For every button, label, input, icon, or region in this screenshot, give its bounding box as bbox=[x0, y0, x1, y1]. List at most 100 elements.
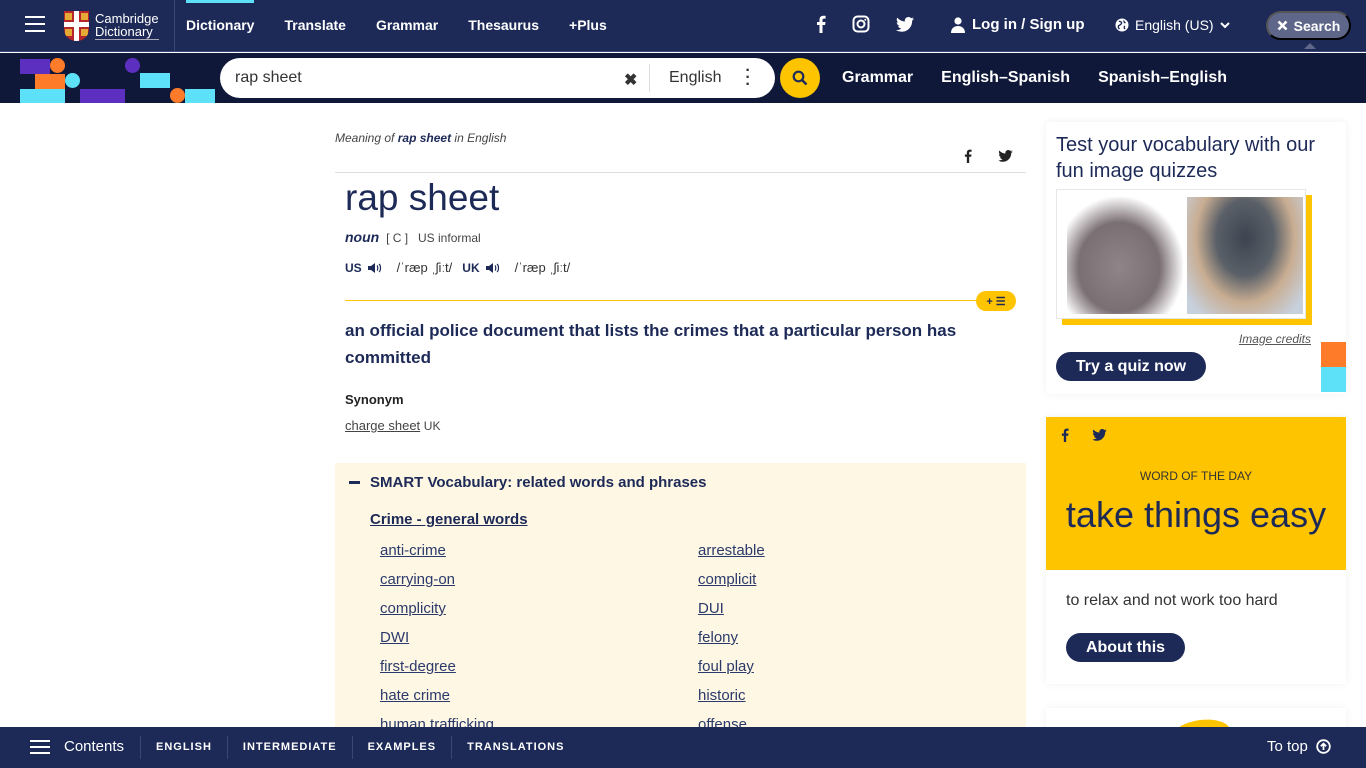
about-this-button[interactable]: About this bbox=[1066, 633, 1185, 662]
tab-examples[interactable]: EXAMPLES bbox=[351, 736, 452, 759]
instagram-icon[interactable] bbox=[852, 15, 870, 33]
related-word[interactable]: DUI bbox=[698, 599, 1016, 618]
region-uk: UK bbox=[462, 260, 480, 275]
chevron-down-icon bbox=[1219, 21, 1230, 28]
meaning-caption: Meaning of rap sheet in English bbox=[335, 131, 506, 145]
divider bbox=[174, 0, 175, 52]
related-word[interactable]: complicit bbox=[698, 570, 1016, 589]
top-header: Cambridge Dictionary Dictionary Translat… bbox=[0, 0, 1366, 52]
hippo-image bbox=[1067, 197, 1183, 314]
ipa-us: /ˈræp ˌʃiːt/ bbox=[396, 260, 453, 275]
subnav-grammar[interactable]: Grammar bbox=[842, 69, 913, 87]
facebook-icon[interactable] bbox=[1061, 428, 1069, 442]
related-word[interactable]: hate crime bbox=[380, 686, 698, 705]
crest-icon bbox=[64, 11, 89, 41]
search-toggle-button[interactable]: Search bbox=[1266, 11, 1351, 49]
synonym-region: UK bbox=[423, 419, 441, 433]
cambridge-logo[interactable]: Cambridge Dictionary bbox=[64, 10, 159, 42]
logo-line2: Dictionary bbox=[95, 25, 159, 40]
topic-link[interactable]: Crime - general words bbox=[370, 511, 528, 528]
headword: rap sheet bbox=[345, 177, 500, 218]
audio-uk-icon[interactable] bbox=[485, 262, 501, 274]
twitter-icon[interactable] bbox=[896, 15, 914, 33]
wotd-share-links bbox=[1061, 428, 1107, 442]
image-credits-link[interactable]: Image credits bbox=[1239, 332, 1311, 346]
related-word[interactable]: complicity bbox=[380, 599, 698, 618]
facebook-icon[interactable] bbox=[964, 149, 972, 163]
twitter-icon[interactable] bbox=[998, 149, 1013, 163]
twitter-icon[interactable] bbox=[1092, 428, 1107, 442]
bottom-bar: Contents ENGLISH INTERMEDIATE EXAMPLES T… bbox=[0, 727, 1366, 768]
quiz-title: Test your vocabulary with our fun image … bbox=[1056, 134, 1316, 182]
share-links bbox=[964, 149, 1013, 163]
subnav-english-spanish[interactable]: English–Spanish bbox=[941, 69, 1070, 87]
search-input[interactable] bbox=[235, 58, 615, 98]
related-word[interactable]: arrestable bbox=[698, 541, 1016, 560]
decorative-square bbox=[1321, 367, 1346, 392]
more-options-icon[interactable]: · · · bbox=[745, 63, 751, 93]
section-tabs: ENGLISH INTERMEDIATE EXAMPLES TRANSLATIO… bbox=[140, 736, 579, 759]
search-button[interactable] bbox=[780, 58, 820, 98]
quiz-card: Test your vocabulary with our fun image … bbox=[1046, 122, 1346, 394]
nav-thesaurus[interactable]: Thesaurus bbox=[468, 0, 539, 52]
clear-search-icon[interactable]: ✖ bbox=[624, 70, 637, 90]
dictionary-selector[interactable]: English bbox=[669, 69, 721, 87]
tab-english[interactable]: ENGLISH bbox=[140, 736, 227, 759]
login-label: Log in / Sign up bbox=[972, 16, 1085, 33]
audio-us-icon[interactable] bbox=[367, 262, 383, 274]
related-word[interactable]: foul play bbox=[698, 657, 1016, 676]
contents-button[interactable]: Contents bbox=[64, 738, 124, 755]
ipa-uk: /ˈræp ˌʃiːt/ bbox=[514, 260, 571, 275]
login-link[interactable]: Log in / Sign up bbox=[951, 16, 1084, 33]
synonym-row: charge sheet UK bbox=[345, 418, 440, 433]
related-word[interactable]: historic bbox=[698, 686, 1016, 705]
seal-image bbox=[1187, 197, 1303, 314]
wotd-word[interactable]: take things easy bbox=[1046, 494, 1346, 536]
smart-vocabulary-toggle[interactable]: SMART Vocabulary: related words and phra… bbox=[349, 474, 706, 491]
menu-icon[interactable] bbox=[25, 16, 45, 32]
user-icon bbox=[951, 16, 965, 33]
word-of-the-day-banner: WORD OF THE DAY take things easy bbox=[1046, 417, 1346, 570]
globe-icon bbox=[1115, 18, 1129, 32]
try-quiz-button[interactable]: Try a quiz now bbox=[1056, 352, 1206, 381]
synonym-link[interactable]: charge sheet bbox=[345, 418, 420, 433]
contents-menu-icon[interactable] bbox=[30, 740, 50, 755]
nav-plus[interactable]: +Plus bbox=[569, 0, 607, 52]
part-of-speech: noun bbox=[345, 229, 380, 245]
decorative-square bbox=[1321, 342, 1346, 367]
to-top-label: To top bbox=[1267, 738, 1308, 755]
meaning-word: rap sheet bbox=[397, 131, 452, 145]
language-selector[interactable]: English (US) bbox=[1115, 17, 1230, 33]
related-word[interactable]: anti-crime bbox=[380, 541, 698, 560]
meaning-suffix: in English bbox=[454, 131, 507, 145]
quiz-image[interactable] bbox=[1056, 189, 1306, 319]
related-word[interactable]: DWI bbox=[380, 628, 698, 647]
divider bbox=[345, 300, 1005, 301]
tab-intermediate[interactable]: INTERMEDIATE bbox=[226, 736, 352, 759]
close-icon bbox=[1277, 20, 1288, 31]
to-top-button[interactable]: To top bbox=[1267, 738, 1331, 755]
definition: an official police document that lists t… bbox=[345, 321, 957, 367]
grammar-code: [ C ] bbox=[386, 231, 409, 245]
related-word[interactable]: first-degree bbox=[380, 657, 698, 676]
nav-translate[interactable]: Translate bbox=[284, 0, 345, 52]
nav-grammar[interactable]: Grammar bbox=[376, 0, 438, 52]
wotd-label: WORD OF THE DAY bbox=[1139, 469, 1253, 483]
meaning-prefix: Meaning of bbox=[335, 131, 395, 145]
smart-vocabulary-panel: SMART Vocabulary: related words and phra… bbox=[335, 463, 1026, 743]
nav-dictionary[interactable]: Dictionary bbox=[186, 0, 255, 52]
subnav-spanish-english[interactable]: Spanish–English bbox=[1098, 69, 1227, 87]
facebook-icon[interactable] bbox=[816, 15, 826, 33]
arrow-up-circle-icon bbox=[1316, 739, 1331, 754]
related-word[interactable]: carrying-on bbox=[380, 570, 698, 589]
add-to-word-list-button[interactable]: + ☰ bbox=[976, 291, 1016, 311]
divider bbox=[649, 64, 650, 92]
related-word[interactable]: felony bbox=[698, 628, 1016, 647]
tab-translations[interactable]: TRANSLATIONS bbox=[451, 736, 579, 759]
search-toggle-label: Search bbox=[1293, 17, 1341, 34]
word-of-the-day-card: WORD OF THE DAY take things easy to rela… bbox=[1046, 417, 1346, 684]
region-us: US bbox=[345, 260, 362, 275]
search-box: ✖ English ··· bbox=[220, 58, 775, 98]
search-row: ✖ English ··· Grammar English–Spanish Sp… bbox=[0, 53, 1366, 103]
wotd-definition: to relax and not work too hard bbox=[1066, 592, 1278, 609]
